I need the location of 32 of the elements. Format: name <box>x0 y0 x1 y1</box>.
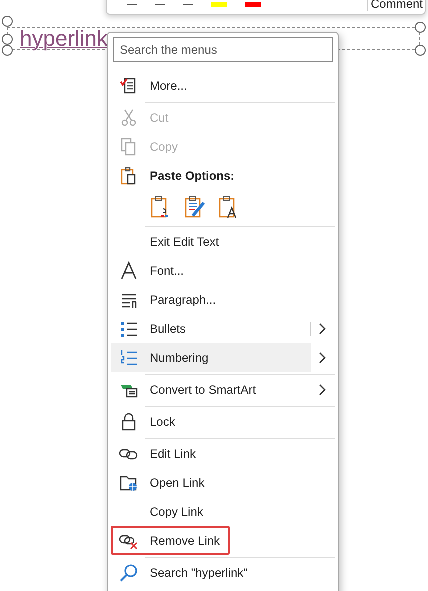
resize-handle[interactable] <box>415 22 426 33</box>
paste-merge-formatting-icon <box>184 195 206 219</box>
chevron-right-icon <box>319 384 327 396</box>
menu-item[interactable]: Copy Link <box>111 497 335 526</box>
menu-item[interactable]: Edit Link <box>111 439 335 468</box>
scissors-icon <box>119 108 139 128</box>
chevron-right-icon <box>319 322 327 334</box>
resize-handle[interactable] <box>2 34 13 45</box>
search-field[interactable]: Search the menus <box>113 37 333 62</box>
highlight-swatch[interactable] <box>211 2 227 7</box>
letter-a-icon <box>119 260 139 280</box>
resize-handle[interactable] <box>415 45 426 56</box>
menu-item[interactable]: Remove Link <box>111 526 230 555</box>
menu-item[interactable]: Bullets <box>111 314 310 343</box>
resize-handle[interactable] <box>2 16 13 27</box>
menu-item[interactable]: Exit Edit Text <box>111 227 335 256</box>
menu-item[interactable]: Convert to SmartArt <box>111 375 311 404</box>
search-icon <box>119 562 139 582</box>
paste-option-button[interactable] <box>183 195 207 219</box>
menu-item[interactable]: Search "hyperlink" <box>111 558 335 587</box>
font-color-swatch[interactable] <box>245 2 261 7</box>
hyperlink-text[interactable]: hyperlink <box>20 28 108 50</box>
chevron-right-icon <box>319 352 327 364</box>
numbered-list-icon <box>119 348 139 368</box>
menu-item[interactable]: Font... <box>111 256 335 285</box>
menu-item[interactable]: Open Link <box>111 468 335 497</box>
section-header: Paste Options: <box>111 161 335 190</box>
menu-item[interactable]: Numbering <box>111 343 311 372</box>
menu-item[interactable]: Paragraph... <box>111 285 335 314</box>
menu-item[interactable]: More... <box>111 71 335 100</box>
resize-handle[interactable] <box>2 45 13 56</box>
menu-item[interactable]: Lock <box>111 407 335 436</box>
